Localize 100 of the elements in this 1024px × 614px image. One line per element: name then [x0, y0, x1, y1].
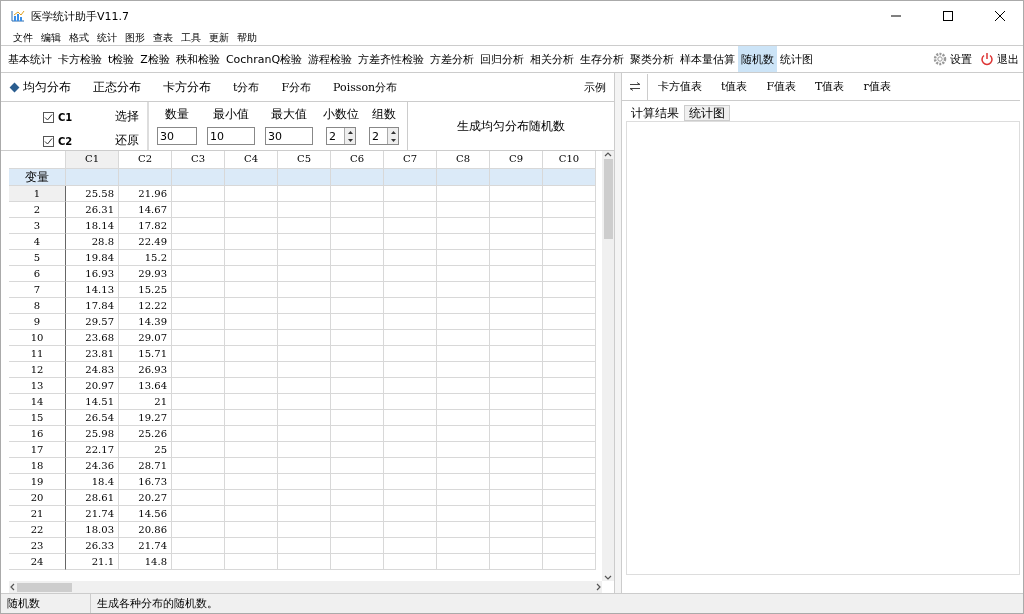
exit-button[interactable]: 退出: [976, 46, 1023, 72]
vertical-scrollbar[interactable]: [602, 151, 614, 581]
spin-up-icon[interactable]: [390, 130, 396, 134]
variable-name-cell[interactable]: [225, 169, 278, 186]
table-tab[interactable]: 卡方值表: [648, 79, 702, 94]
toolbar-tab[interactable]: 方差分析: [427, 46, 478, 72]
spin-up-icon[interactable]: [347, 130, 353, 134]
table-cell: 16.73: [119, 474, 172, 490]
menu-item[interactable]: 更新: [205, 31, 233, 45]
menu-item[interactable]: 帮助: [233, 31, 261, 45]
variable-checkbox[interactable]: C2: [43, 132, 115, 150]
settings-button[interactable]: 设置: [929, 46, 976, 72]
close-icon: [995, 11, 1005, 21]
input-field[interactable]: 10: [207, 127, 255, 145]
input-field[interactable]: 30: [265, 127, 313, 145]
column-header[interactable]: C3: [172, 151, 225, 169]
scroll-left-icon[interactable]: [9, 583, 17, 591]
scroll-down-icon[interactable]: [604, 573, 612, 581]
table-tab[interactable]: F值表: [756, 79, 797, 94]
menu-item[interactable]: 工具: [177, 31, 205, 45]
menu-item[interactable]: 文件: [9, 31, 37, 45]
table-cell: 20.97: [66, 378, 119, 394]
column-header[interactable]: C8: [437, 151, 490, 169]
distribution-tab[interactable]: t分布: [233, 79, 272, 95]
table-cell: 18.14: [66, 218, 119, 234]
checkbox[interactable]: [43, 111, 54, 123]
variable-name-cell[interactable]: [384, 169, 437, 186]
distribution-tab[interactable]: Poisson分布: [333, 79, 410, 95]
checkbox[interactable]: [43, 135, 54, 147]
table-cell: 21.74: [66, 506, 119, 522]
spin-field[interactable]: 2: [326, 127, 356, 145]
column-header[interactable]: C10: [543, 151, 596, 169]
toolbar-tab[interactable]: Z检验: [137, 46, 173, 72]
toolbar-tab[interactable]: 相关分析: [527, 46, 578, 72]
menu-item[interactable]: 格式: [65, 31, 93, 45]
table-cell: 14.67: [119, 202, 172, 218]
variable-name-cell[interactable]: [278, 169, 331, 186]
variable-name-cell[interactable]: [437, 169, 490, 186]
table-cell: 24.36: [66, 458, 119, 474]
generate-button[interactable]: 生成均匀分布随机数: [408, 102, 614, 150]
toolbar-tab[interactable]: t检验: [105, 46, 138, 72]
table-cell: 25.26: [119, 426, 172, 442]
scroll-right-icon[interactable]: [594, 583, 602, 591]
variable-checkbox[interactable]: C1: [43, 108, 115, 126]
example-link[interactable]: 示例: [584, 79, 606, 95]
toolbar-tab[interactable]: 方差齐性检验: [355, 46, 428, 72]
table-tab[interactable]: r值表: [853, 79, 891, 94]
scrollbar-thumb[interactable]: [603, 159, 613, 239]
distribution-tab[interactable]: F分布: [281, 79, 324, 95]
horizontal-scrollbar[interactable]: [9, 581, 602, 593]
toolbar-tab[interactable]: 统计图: [777, 46, 817, 72]
toolbar-tab[interactable]: 秩和检验: [172, 46, 223, 72]
toolbar-tab[interactable]: 回归分析: [477, 46, 528, 72]
row-number: 20: [9, 490, 66, 506]
table-tab[interactable]: T值表: [805, 79, 845, 94]
toolbar-tab[interactable]: 基本统计: [5, 46, 55, 72]
toolbar-tab[interactable]: CochranQ检验: [222, 46, 306, 72]
column-header[interactable]: C2: [119, 151, 172, 169]
row-number: 11: [9, 346, 66, 362]
column-header[interactable]: C9: [490, 151, 543, 169]
variable-name-cell[interactable]: [490, 169, 543, 186]
column-header[interactable]: C4: [225, 151, 278, 169]
variable-name-cell[interactable]: [66, 169, 119, 186]
menu-item[interactable]: 查表: [149, 31, 177, 45]
column-header[interactable]: C6: [331, 151, 384, 169]
variable-name-cell[interactable]: [172, 169, 225, 186]
variable-name-cell[interactable]: [543, 169, 596, 186]
table-cell: 26.54: [66, 410, 119, 426]
table-cell: 29.57: [66, 314, 119, 330]
input-field[interactable]: 30: [157, 127, 197, 145]
spin-down-icon[interactable]: [390, 138, 396, 142]
variable-action-link[interactable]: 还原: [115, 132, 139, 150]
variable-name-cell[interactable]: [331, 169, 384, 186]
variable-name-cell[interactable]: [119, 169, 172, 186]
column-header[interactable]: C7: [384, 151, 437, 169]
toolbar-tab[interactable]: 游程检验: [305, 46, 356, 72]
menu-item[interactable]: 统计: [93, 31, 121, 45]
parameter-label: 小数位: [323, 106, 359, 123]
toolbar-tab[interactable]: 聚类分析: [627, 46, 678, 72]
toolbar-tab[interactable]: 随机数: [738, 46, 778, 72]
column-header[interactable]: C1: [66, 151, 119, 169]
distribution-tab[interactable]: 正态分布: [93, 78, 153, 96]
spin-down-icon[interactable]: [347, 138, 353, 142]
result-tab[interactable]: 统计图: [684, 105, 730, 121]
distribution-tab[interactable]: 均匀分布: [11, 78, 83, 96]
variable-action-link[interactable]: 选择: [115, 108, 139, 126]
toolbar-tab[interactable]: 卡方检验: [55, 46, 105, 72]
table-tab[interactable]: t值表: [711, 79, 748, 94]
menu-item[interactable]: 编辑: [37, 31, 65, 45]
distribution-tab[interactable]: 卡方分布: [163, 78, 223, 96]
row-number: 14: [9, 394, 66, 410]
scroll-up-icon[interactable]: [604, 151, 612, 159]
menu-item[interactable]: 图形: [121, 31, 149, 45]
toolbar-tab[interactable]: 生存分析: [577, 46, 628, 72]
toolbar-tab[interactable]: 样本量估算: [677, 46, 739, 72]
column-header[interactable]: C5: [278, 151, 331, 169]
spin-field[interactable]: 2: [369, 127, 399, 145]
row-number: 7: [9, 282, 66, 298]
scrollbar-thumb[interactable]: [17, 582, 72, 592]
table-cell: 15.71: [119, 346, 172, 362]
